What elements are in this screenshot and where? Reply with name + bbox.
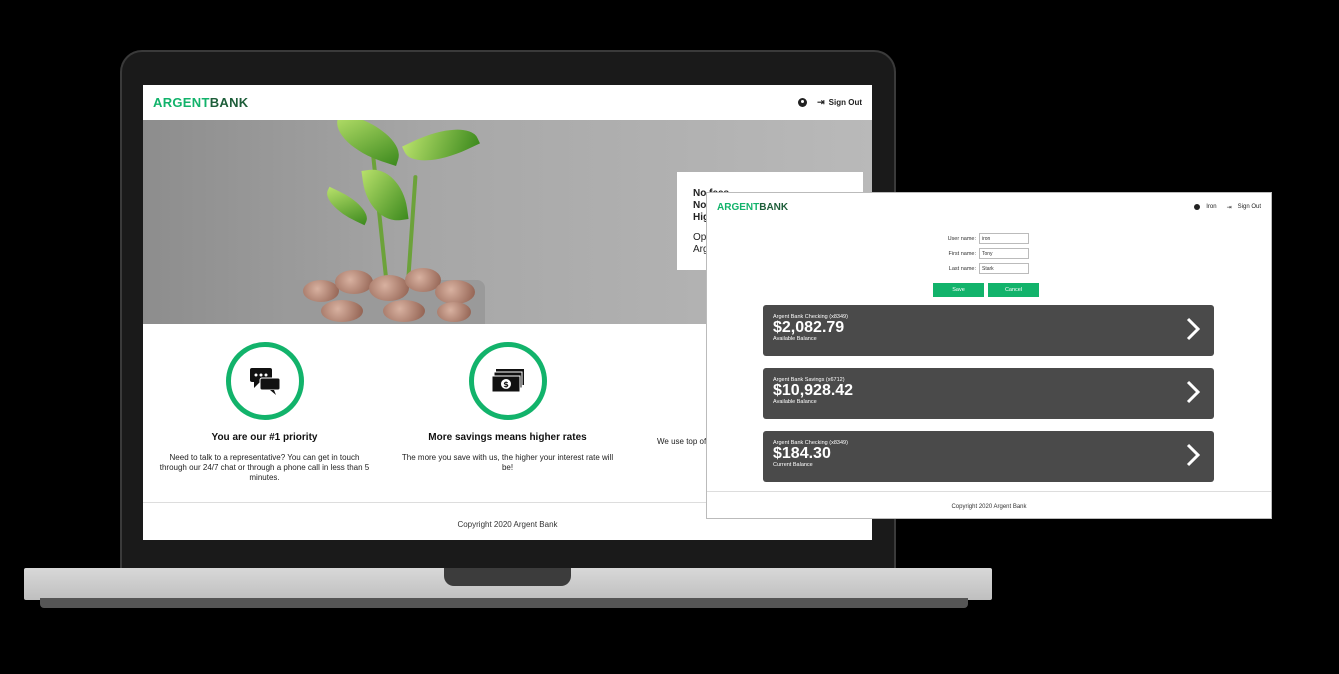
feature-icon-circle <box>225 342 304 420</box>
form-buttons: Save Cancel <box>933 283 1039 297</box>
lastname-input[interactable] <box>979 263 1029 274</box>
user-icon <box>1194 204 1201 210</box>
cash-icon: $ <box>491 369 524 393</box>
svg-text:$: $ <box>503 380 509 389</box>
feature-title: More savings means higher rates <box>428 432 587 443</box>
form-row-firstname: First name: <box>917 248 1029 259</box>
cancel-button[interactable]: Cancel <box>988 283 1039 297</box>
sign-out-icon: ⇥ <box>817 97 825 107</box>
logo[interactable]: ARGENTBANK <box>153 95 248 110</box>
feature-text: The more you save with us, the higher yo… <box>401 453 614 472</box>
user-icon[interactable] <box>798 98 808 107</box>
account-balance: $10,928.42 <box>773 382 854 399</box>
save-button[interactable]: Save <box>933 283 984 297</box>
account-balance: $184.30 <box>773 445 831 462</box>
firstname-input[interactable] <box>979 248 1029 259</box>
feature-title: You are our #1 priority <box>211 432 318 443</box>
main-header: ARGENTBANK ⇥ Sign Out <box>143 85 872 120</box>
username-label: User name: <box>947 235 976 242</box>
chat-icon <box>249 368 280 395</box>
account-balance: $2,082.79 <box>773 319 845 336</box>
logo-part2: BANK <box>759 201 789 213</box>
form-row-username: User name: <box>917 233 1029 244</box>
lastname-label: Last name: <box>948 265 976 272</box>
account-balance-label: Available Balance <box>773 336 817 342</box>
chevron-right-icon[interactable] <box>1186 443 1200 467</box>
profile-footer: Copyright 2020 Argent Bank <box>707 491 1271 519</box>
header-actions: ⇥ Sign Out <box>798 97 862 108</box>
account-balance-label: Current Balance <box>773 462 813 468</box>
user-name-link[interactable]: Iron <box>1206 204 1216 210</box>
feature-item: $ More savings means higher rates The mo… <box>386 324 629 483</box>
profile-form: User name: First name: Last name: <box>917 233 1029 278</box>
feature-icon-circle: $ <box>468 342 547 420</box>
account-card[interactable]: Argent Bank Savings (x6712) $10,928.42 A… <box>763 368 1214 419</box>
profile-header: ARGENTBANK Iron ⇥ Sign Out <box>707 193 1271 221</box>
header-actions: Iron ⇥ Sign Out <box>1194 204 1261 211</box>
chevron-right-icon[interactable] <box>1186 380 1200 404</box>
feature-text: Need to talk to a representative? You ca… <box>159 453 370 482</box>
chevron-right-icon[interactable] <box>1186 317 1200 341</box>
firstname-label: First name: <box>948 250 976 257</box>
form-row-lastname: Last name: <box>917 263 1029 274</box>
logo[interactable]: ARGENTBANK <box>717 202 788 213</box>
sign-out-label: Sign Out <box>828 98 862 107</box>
sign-out-link[interactable]: ⇥ Sign Out <box>817 97 862 108</box>
username-input[interactable] <box>979 233 1029 244</box>
profile-screen: ARGENTBANK Iron ⇥ Sign Out User name: Fi… <box>706 192 1272 519</box>
feature-item: You are our #1 priority Need to talk to … <box>143 324 386 483</box>
logo-part2: BANK <box>209 95 249 110</box>
account-card[interactable]: Argent Bank Checking (x8349) $2,082.79 A… <box>763 305 1214 356</box>
account-card[interactable]: Argent Bank Checking (x8349) $184.30 Cur… <box>763 431 1214 482</box>
laptop-notch <box>444 568 571 586</box>
laptop-base-shadow <box>40 598 968 608</box>
account-balance-label: Available Balance <box>773 399 817 405</box>
logo-part1: ARGENT <box>153 95 210 110</box>
sign-out-link[interactable]: Sign Out <box>1238 204 1261 210</box>
logo-part1: ARGENT <box>717 201 760 213</box>
sign-out-icon: ⇥ <box>1226 204 1232 211</box>
